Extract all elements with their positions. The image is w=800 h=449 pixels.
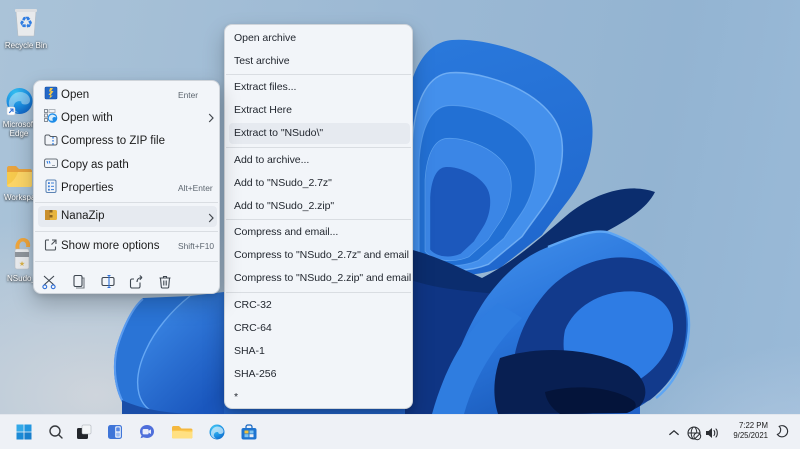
- svg-text:★: ★: [19, 260, 25, 268]
- svg-text:♻: ♻: [19, 15, 33, 32]
